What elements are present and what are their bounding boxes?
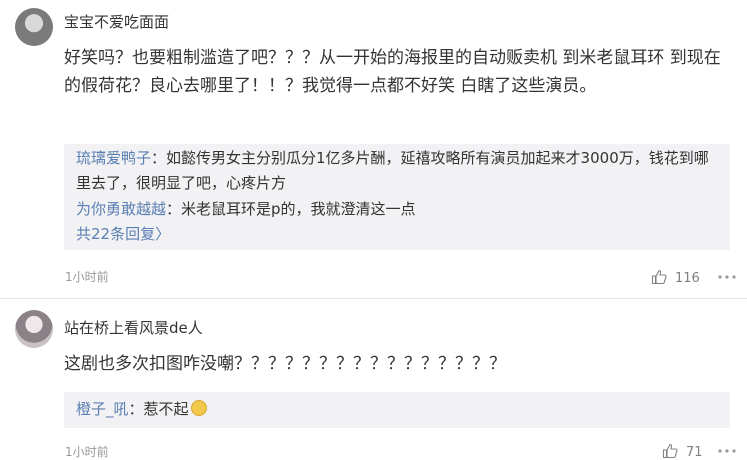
reply-list: 橙子_吼：惹不起 [64, 392, 730, 428]
more-dots-icon[interactable] [718, 449, 736, 453]
comment-time: 1小时前 [65, 270, 109, 284]
comment-1: 宝宝不爱吃面面 好笑吗？也要粗制滥造了吧？？？从一开始的海报里的自动贩卖机 到米… [0, 0, 747, 299]
comment-username[interactable]: 站在桥上看风景de人 [64, 317, 203, 338]
comment-username[interactable]: 宝宝不爱吃面面 [64, 11, 169, 32]
avatar[interactable] [15, 310, 53, 348]
like-count: 116 [675, 271, 700, 286]
reply-item: 为你勇敢越越：米老鼠耳环是p的，我就澄清这一点 [76, 197, 721, 222]
reply-username[interactable]: 琉璃爱鸭子 [76, 149, 151, 167]
more-dots-icon[interactable] [718, 275, 736, 279]
reply-item: 琉璃爱鸭子：如懿传男女主分别瓜分1亿多片酬，延禧攻略所有演员加起来才3000万，… [76, 146, 721, 196]
like-button[interactable]: 71 [662, 443, 703, 460]
avatar[interactable] [15, 8, 53, 46]
reply-list: 琉璃爱鸭子：如懿传男女主分别瓜分1亿多片酬，延禧攻略所有演员加起来才3000万，… [64, 144, 730, 250]
thumbs-up-icon [651, 269, 667, 285]
reply-username[interactable]: 为你勇敢越越 [76, 200, 166, 218]
reply-text: ：惹不起 [128, 400, 189, 418]
comment-2: 站在桥上看风景de人 这剧也多次扣图咋没嘲？？？？？？？？？？？？？？？？ 橙子… [0, 298, 747, 460]
comment-text: 这剧也多次扣图咋没嘲？？？？？？？？？？？？？？？？ [64, 354, 506, 374]
reply-text: ：如懿传男女主分别瓜分1亿多片酬，延禧攻略所有演员加起来才3000万，钱花到哪里… [76, 149, 709, 192]
more-replies-label[interactable]: 共22条回复 [76, 225, 155, 243]
like-count: 71 [686, 445, 703, 460]
like-button[interactable]: 116 [651, 269, 700, 286]
chevron-right-icon: 〉 [155, 225, 171, 243]
comment-text: 好笑吗？也要粗制滥造了吧？？？从一开始的海报里的自动贩卖机 到米老鼠耳环 到现在… [64, 48, 721, 96]
reply-text: ：米老鼠耳环是p的，我就澄清这一点 [166, 200, 416, 218]
laugh-emoji-icon [190, 400, 207, 416]
reply-username[interactable]: 橙子_吼 [76, 400, 129, 418]
thumbs-up-icon [662, 443, 678, 459]
more-replies-link[interactable]: 共22条回复〉 [76, 222, 721, 247]
comment-time: 1小时前 [65, 445, 109, 459]
reply-item: 橙子_吼：惹不起 [76, 397, 721, 422]
